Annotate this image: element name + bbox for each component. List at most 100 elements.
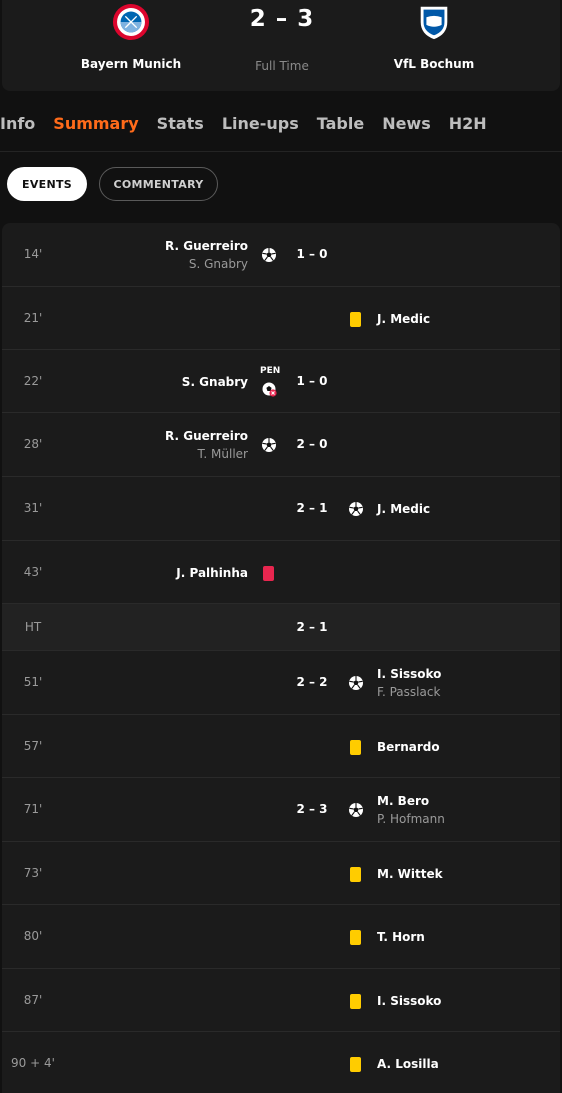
- event-player-info: I. Sissoko F. Passlack: [377, 665, 441, 701]
- event-row: 21' J. Medic: [2, 287, 560, 350]
- player-name[interactable]: M. Wittek: [377, 865, 443, 883]
- yellow-card-icon: [348, 866, 364, 882]
- tab-h2h[interactable]: H2H: [449, 112, 487, 140]
- bochum-crest-icon: [420, 6, 448, 40]
- event-minute: 80': [23, 929, 43, 943]
- assist-name[interactable]: T. Müller: [165, 445, 248, 463]
- goal-ball-icon: [261, 437, 277, 453]
- event-player-info: M. Wittek: [377, 865, 443, 883]
- event-row: 22' 1 – 0 S. Gnabry PEN: [2, 350, 560, 413]
- match-status: Full Time: [255, 59, 309, 73]
- penalty-missed-icon: [261, 381, 277, 397]
- yellow-card-icon: [348, 993, 364, 1009]
- event-player-info: R. Guerreiro S. Gnabry: [165, 237, 248, 273]
- tab-stats[interactable]: Stats: [157, 112, 204, 140]
- events-list: 14' 1 – 0 R. Guerreiro S. Gnabry 21' J. Medic…: [2, 223, 560, 1093]
- events-toggle-button[interactable]: EVENTS: [7, 167, 87, 201]
- player-name[interactable]: R. Guerreiro: [165, 237, 248, 255]
- event-row: 43' J. Palhinha: [2, 541, 560, 604]
- assist-name[interactable]: S. Gnabry: [165, 255, 248, 273]
- yellow-card-shape: [350, 1057, 361, 1072]
- event-row: 90 + 4' A. Losilla: [2, 1032, 560, 1093]
- event-row: 51' 2 – 2 I. Sissoko F. Passlack: [2, 651, 560, 715]
- event-player-info: J. Medic: [377, 310, 430, 328]
- red-card-shape: [263, 565, 274, 581]
- event-minute: 73': [23, 865, 43, 880]
- match-header: Bayern Munich 2 – 3 Full Time VfL Bochum: [2, 0, 560, 91]
- tab-info[interactable]: Info: [0, 112, 35, 140]
- red-card-icon: [261, 565, 277, 581]
- event-score: 2 – 0: [296, 437, 328, 451]
- event-player-info: R. Guerreiro T. Müller: [165, 427, 248, 463]
- final-score: 2 – 3: [249, 6, 315, 32]
- player-name[interactable]: Bernardo: [377, 738, 440, 756]
- event-row: 80' T. Horn: [2, 905, 560, 969]
- yellow-card-shape: [350, 993, 361, 1009]
- away-team[interactable]: VfL Bochum: [354, 0, 514, 71]
- player-name[interactable]: I. Sissoko: [377, 665, 441, 683]
- event-player-info: T. Horn: [377, 928, 425, 946]
- player-name[interactable]: T. Horn: [377, 928, 425, 946]
- tab-summary[interactable]: Summary: [53, 112, 138, 140]
- goal-ball-icon: [261, 247, 277, 263]
- event-row: 57' Bernardo: [2, 715, 560, 778]
- player-name[interactable]: I. Sissoko: [377, 992, 441, 1010]
- home-team[interactable]: Bayern Munich: [51, 0, 211, 71]
- match-tabs: Info Summary Stats Line-ups Table News H2H: [0, 112, 505, 140]
- player-name[interactable]: S. Gnabry: [182, 373, 248, 391]
- half-time-row: HT 2 – 1: [2, 604, 560, 651]
- yellow-card-shape: [350, 930, 361, 945]
- player-name[interactable]: J. Medic: [377, 310, 430, 328]
- player-name[interactable]: J. Palhinha: [176, 564, 248, 582]
- event-minute: 51': [23, 675, 43, 689]
- goal-ball-icon: [348, 802, 364, 818]
- event-player-info: I. Sissoko: [377, 992, 441, 1010]
- yellow-card-shape: [350, 311, 361, 327]
- goal-ball-icon: [348, 501, 364, 517]
- yellow-card-icon: [348, 739, 364, 755]
- player-name[interactable]: J. Medic: [377, 500, 430, 518]
- player-name[interactable]: R. Guerreiro: [165, 427, 248, 445]
- event-minute: 21': [23, 310, 43, 325]
- event-row: 31' 2 – 1 J. Medic: [2, 477, 560, 541]
- player-name[interactable]: A. Losilla: [377, 1055, 439, 1073]
- bayern-crest-icon: [112, 3, 150, 41]
- event-row: 73' M. Wittek: [2, 842, 560, 905]
- event-score: 2 – 3: [296, 802, 328, 816]
- event-score: 1 – 0: [296, 247, 328, 261]
- event-minute: 14': [23, 247, 43, 261]
- event-player-info: J. Palhinha: [176, 564, 248, 582]
- tab-line-ups[interactable]: Line-ups: [222, 112, 299, 140]
- event-minute: 71': [23, 802, 43, 816]
- player-name[interactable]: M. Bero: [377, 792, 445, 810]
- event-row: 14' 1 – 0 R. Guerreiro S. Gnabry: [2, 223, 560, 287]
- yellow-card-shape: [350, 739, 361, 755]
- event-row: 87' I. Sissoko: [2, 969, 560, 1032]
- event-minute: HT: [24, 619, 42, 634]
- event-minute: 87': [23, 992, 43, 1007]
- tab-news[interactable]: News: [382, 112, 431, 140]
- event-player-info: A. Losilla: [377, 1055, 439, 1073]
- event-score: 2 – 1: [296, 619, 328, 634]
- assist-name[interactable]: F. Passlack: [377, 683, 441, 701]
- event-minute: 28': [23, 437, 43, 451]
- event-row: 28' 2 – 0 R. Guerreiro T. Müller: [2, 413, 560, 477]
- event-player-info: J. Medic: [377, 500, 430, 518]
- event-minute: 90 + 4': [11, 1056, 55, 1070]
- event-minute: 57': [23, 738, 43, 753]
- event-minute: 43': [23, 564, 43, 579]
- event-score: 1 – 0: [296, 373, 328, 388]
- event-row: 71' 2 – 3 M. Bero P. Hofmann: [2, 778, 560, 842]
- yellow-card-icon: [348, 1056, 364, 1072]
- event-minute: 22': [23, 373, 43, 388]
- commentary-toggle-button[interactable]: COMMENTARY: [99, 167, 218, 201]
- yellow-card-icon: [348, 311, 364, 327]
- tab-table[interactable]: Table: [317, 112, 364, 140]
- penalty-label: PEN: [260, 365, 281, 376]
- yellow-card-shape: [350, 866, 361, 882]
- assist-name[interactable]: P. Hofmann: [377, 810, 445, 828]
- tabs-divider: [0, 151, 562, 152]
- event-score: 2 – 2: [296, 675, 328, 689]
- event-score: 2 – 1: [296, 501, 328, 515]
- goal-ball-icon: [348, 675, 364, 691]
